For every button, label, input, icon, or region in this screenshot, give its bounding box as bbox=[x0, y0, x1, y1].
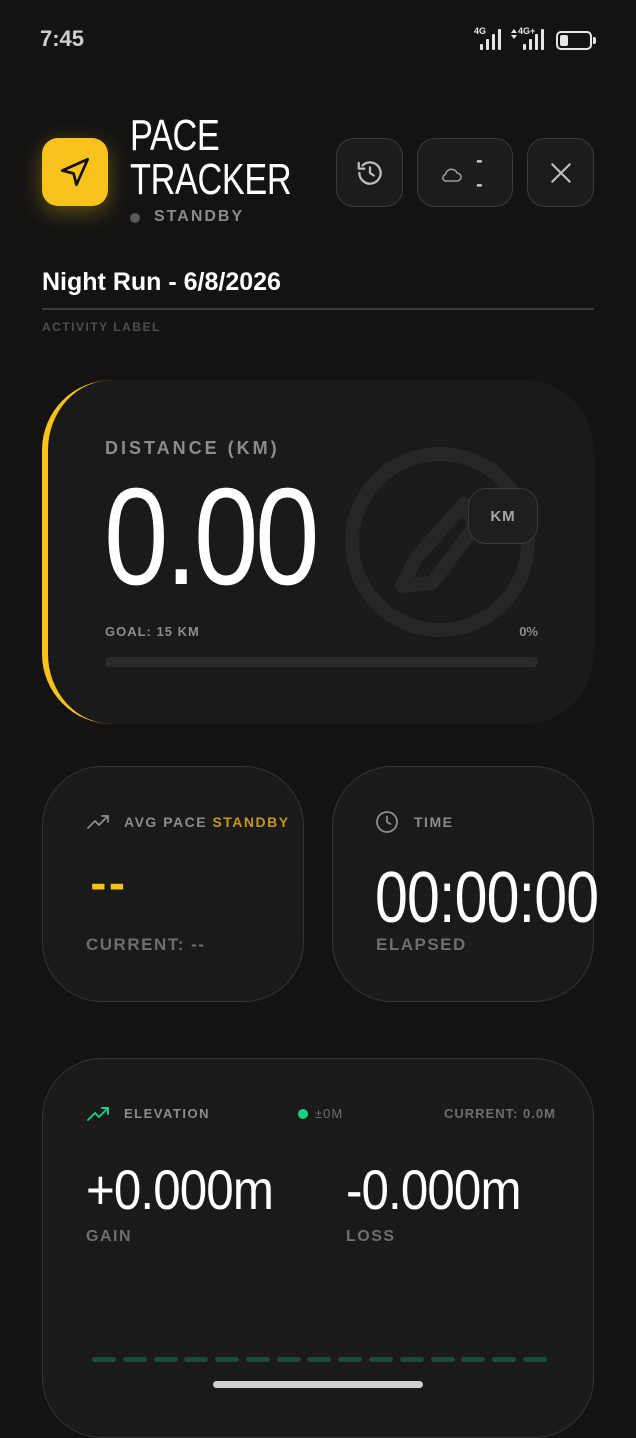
signal-1-label: 4G bbox=[474, 26, 487, 36]
signal-plus-icon: 4G+ bbox=[510, 26, 546, 50]
elevation-live-dot bbox=[298, 1109, 308, 1119]
navigation-arrow-icon bbox=[60, 157, 90, 187]
tracker-status: STANDBY bbox=[154, 208, 245, 225]
history-icon bbox=[357, 160, 382, 185]
current-pace: CURRENT: -- bbox=[86, 935, 206, 954]
elevation-profile-chart bbox=[92, 1357, 547, 1363]
activity-underline bbox=[42, 308, 594, 310]
close-icon bbox=[550, 162, 571, 183]
battery-tip bbox=[593, 37, 596, 44]
weather-readout: - - bbox=[476, 149, 483, 197]
goal-progress-bar bbox=[105, 657, 538, 667]
weather-line1: - bbox=[476, 150, 483, 170]
avg-pace-title: AVG PACE bbox=[124, 814, 208, 830]
history-button[interactable] bbox=[336, 138, 403, 207]
elevation-trend-icon bbox=[87, 1107, 109, 1121]
app-title: PACE TRACKER bbox=[130, 111, 292, 204]
weather-button[interactable]: - - bbox=[417, 138, 513, 207]
cloud-icon bbox=[442, 168, 462, 182]
elapsed-label: ELAPSED bbox=[376, 935, 467, 954]
elevation-loss-value: -0.000m bbox=[346, 1158, 522, 1221]
battery-icon bbox=[556, 31, 592, 50]
avg-pace-card bbox=[42, 766, 304, 1002]
elevation-gain-label: GAIN bbox=[86, 1228, 132, 1245]
goal-percent: 0% bbox=[519, 624, 538, 639]
navigation-button[interactable] bbox=[42, 138, 108, 206]
elevation-gain-value: +0.000m bbox=[86, 1158, 274, 1221]
distance-label: DISTANCE (KM) bbox=[105, 438, 280, 458]
activity-caption: ACTIVITY LABEL bbox=[42, 320, 161, 334]
weather-line2: - bbox=[476, 174, 483, 194]
avg-pace-status: STANDBY bbox=[212, 814, 290, 830]
home-indicator[interactable] bbox=[213, 1381, 423, 1388]
avg-pace-label: AVG PACE STANDBY bbox=[124, 814, 290, 830]
avg-pace-value: -- bbox=[90, 862, 128, 908]
unit-toggle-button[interactable]: KM bbox=[468, 488, 538, 544]
trending-up-icon bbox=[87, 815, 109, 829]
elevation-delta: ±0M bbox=[315, 1106, 344, 1121]
app-title-line2: TRACKER bbox=[130, 155, 292, 204]
time-label: TIME bbox=[414, 814, 454, 830]
clock-icon bbox=[376, 811, 398, 833]
status-time: 7:45 bbox=[40, 26, 85, 51]
activity-name-input[interactable]: Night Run - 6/8/2026 bbox=[42, 268, 281, 297]
close-button[interactable] bbox=[527, 138, 594, 207]
distance-value: 0.00 bbox=[104, 460, 320, 614]
status-indicator-dot bbox=[130, 213, 140, 223]
elevation-label: ELEVATION bbox=[124, 1106, 210, 1121]
elapsed-time-value: 00:00:00 bbox=[375, 858, 599, 938]
elevation-current: CURRENT: 0.0M bbox=[444, 1106, 556, 1121]
signal-2-label: 4G+ bbox=[518, 26, 536, 36]
elevation-loss-label: LOSS bbox=[346, 1228, 396, 1245]
app-title-line1: PACE bbox=[130, 111, 220, 160]
signal-icon: 4G bbox=[474, 26, 502, 50]
goal-label: GOAL: 15 KM bbox=[105, 624, 200, 639]
